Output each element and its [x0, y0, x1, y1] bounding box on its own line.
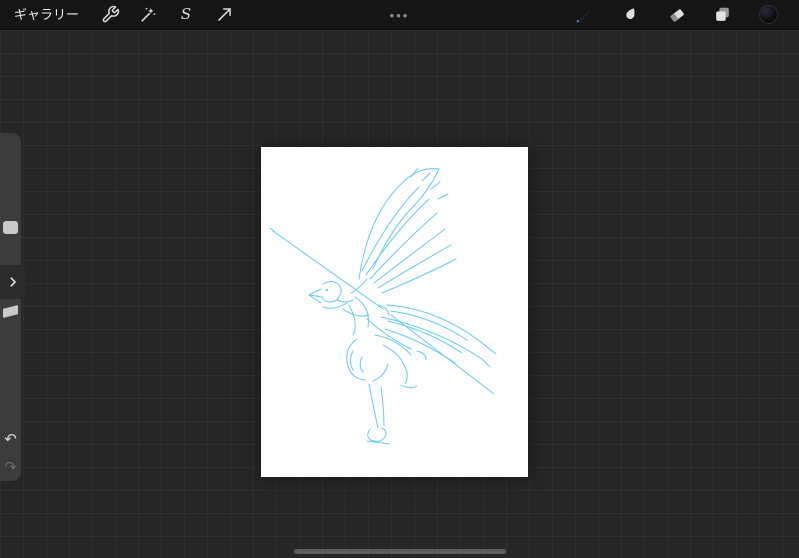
gallery-button[interactable]: ギャラリー — [14, 0, 91, 30]
smudge-finger-icon — [625, 8, 635, 19]
opacity-handle[interactable] — [3, 305, 18, 318]
brush-size-slider[interactable] — [0, 133, 21, 265]
selection-s-icon: S — [180, 5, 192, 23]
toolbar-left-group: ギャラリー S — [0, 0, 243, 30]
adjustments-button[interactable] — [129, 0, 167, 30]
eraser-icon — [670, 9, 684, 22]
color-swatch — [758, 5, 778, 24]
modify-button[interactable] — [0, 265, 26, 299]
layers-button[interactable] — [699, 0, 745, 30]
home-indicator[interactable] — [293, 549, 506, 554]
transform-button[interactable] — [205, 0, 243, 30]
redo-arrow-icon: ↷ — [4, 458, 17, 476]
wrench-icon — [102, 5, 119, 23]
paint-tool-button[interactable] — [561, 0, 607, 30]
layers-icon — [715, 7, 729, 21]
sidebar-controls: ↶ ↷ — [0, 133, 26, 481]
artwork-sketch — [269, 167, 497, 445]
undo-button[interactable]: ↶ — [0, 425, 21, 453]
transform-arrow-icon — [217, 8, 231, 21]
selection-button[interactable]: S — [167, 0, 205, 30]
redo-button[interactable]: ↷ — [0, 453, 21, 481]
chevron-right-icon — [10, 277, 16, 287]
top-toolbar: ギャラリー S ••• — [0, 0, 799, 30]
smudge-tool-button[interactable] — [607, 0, 653, 30]
drawing-canvas[interactable] — [261, 147, 528, 477]
magic-wand-icon — [140, 7, 155, 22]
opacity-slider[interactable] — [0, 299, 21, 425]
canvas-viewport[interactable] — [0, 30, 799, 558]
brush-icon — [576, 7, 591, 22]
eraser-tool-button[interactable] — [653, 0, 699, 30]
toolbar-right-group — [561, 0, 799, 30]
app-screen: ギャラリー S ••• ↶ ↷ — [0, 0, 799, 558]
undo-arrow-icon: ↶ — [4, 430, 17, 448]
canvas-menu-button[interactable]: ••• — [390, 0, 410, 30]
actions-button[interactable] — [91, 0, 129, 30]
color-button[interactable] — [745, 0, 791, 30]
brush-size-handle[interactable] — [3, 221, 18, 234]
